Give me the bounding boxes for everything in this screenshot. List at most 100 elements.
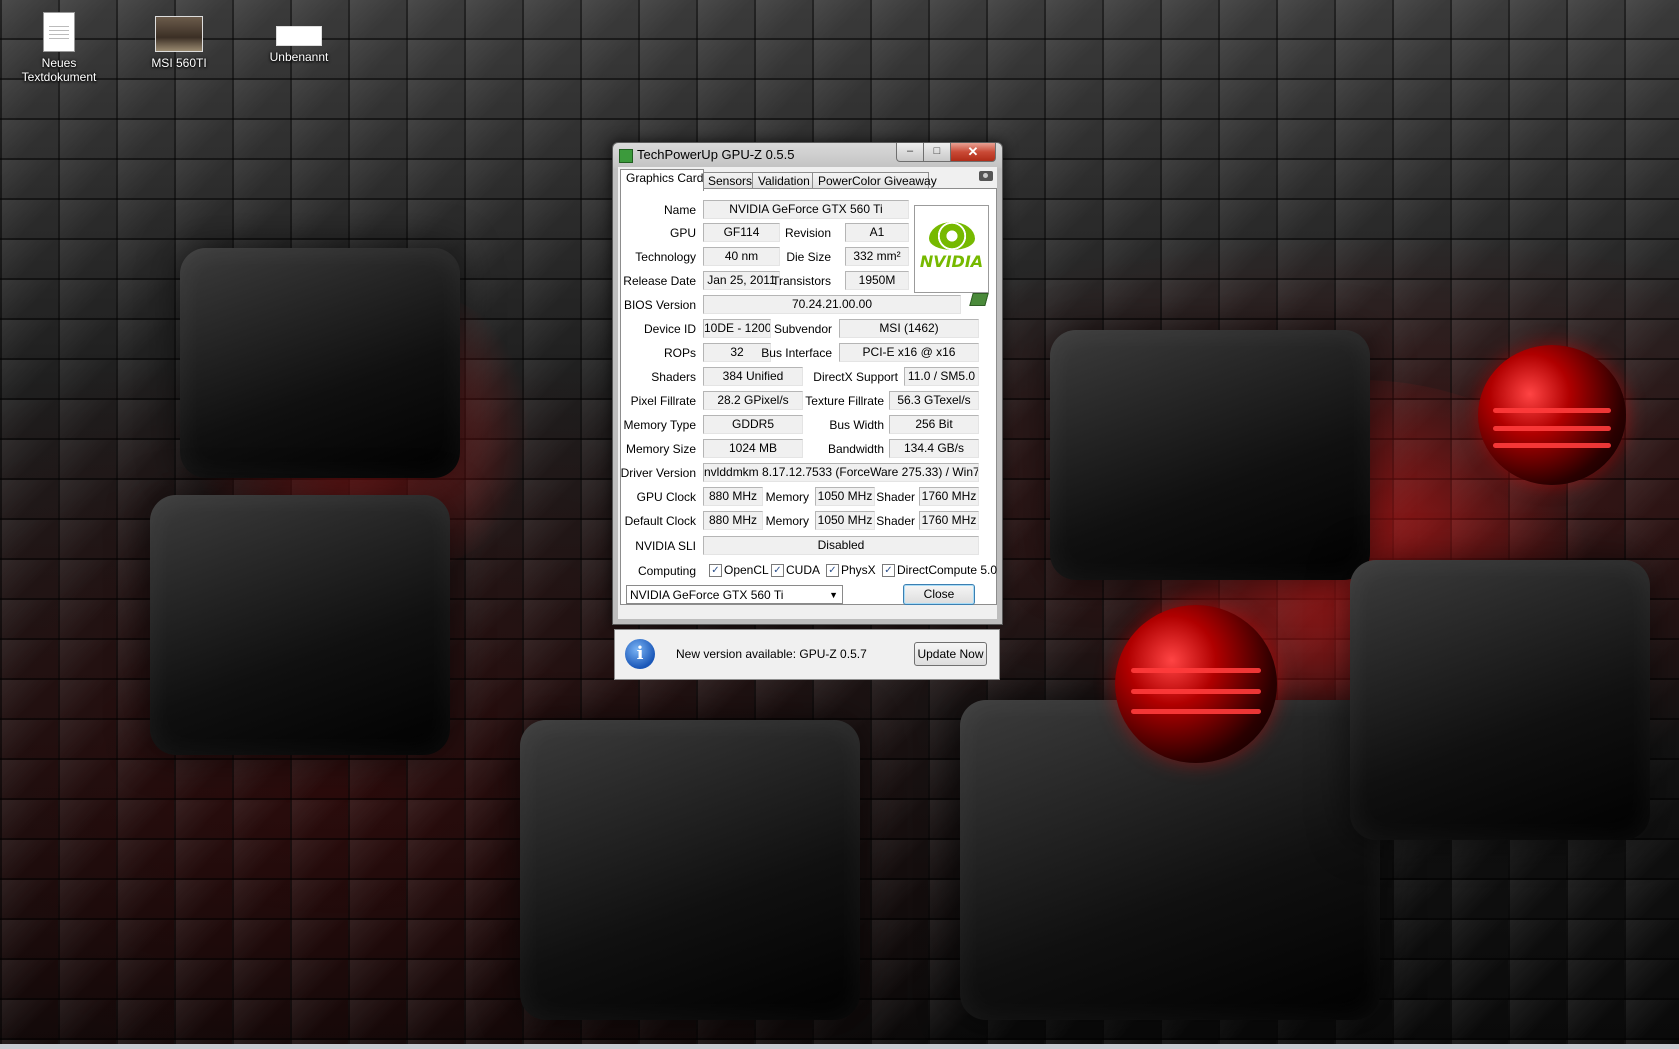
label-bandwidth: Bandwidth <box>827 442 884 456</box>
label-memory-size: Memory Size <box>625 442 696 456</box>
desktop-icon-label: Unbenannt <box>269 50 329 64</box>
value-pixel-fillrate: 28.2 GPixel/s <box>703 391 803 410</box>
desktop-icon-unbenannt[interactable]: Unbenannt <box>244 16 354 64</box>
taskbar[interactable] <box>0 1044 1679 1049</box>
desktop-icon-label: Neues Textdokument <box>21 56 97 84</box>
value-default-clock-shader: 1760 MHz <box>919 511 979 530</box>
wallpaper-cube <box>1350 560 1650 840</box>
chevron-down-icon: ▼ <box>829 590 838 600</box>
opencl-checkbox[interactable]: ✓ <box>709 564 722 577</box>
app-icon <box>619 149 633 163</box>
value-die-size: 332 mm² <box>845 247 909 266</box>
window-title: TechPowerUp GPU-Z 0.5.5 <box>637 147 795 162</box>
label-shaders: Shaders <box>651 370 696 384</box>
save-bios-icon[interactable] <box>969 293 989 306</box>
opencl-label: OpenCL <box>724 563 769 577</box>
label-driver-version: Driver Version <box>620 466 696 480</box>
update-message: New version available: GPU-Z 0.5.7 <box>676 647 867 661</box>
desktop-icon-text-document[interactable]: Neues Textdokument <box>4 12 114 84</box>
update-notification: i New version available: GPU-Z 0.5.7 Upd… <box>614 629 1000 680</box>
value-bus-width: 256 Bit <box>889 415 979 434</box>
value-device-id: 10DE - 1200 <box>703 319 771 338</box>
label-memory-type: Memory Type <box>623 418 696 432</box>
label-die-size: Die Size <box>786 250 831 264</box>
label-gpu-clock: GPU Clock <box>636 490 696 504</box>
value-memory-type: GDDR5 <box>703 415 803 434</box>
physx-checkbox[interactable]: ✓ <box>826 564 839 577</box>
label-gpu: GPU <box>669 226 696 240</box>
label-name: Name <box>663 203 696 217</box>
value-release-date: Jan 25, 2011 <box>703 271 780 290</box>
value-subvendor: MSI (1462) <box>839 319 979 338</box>
title-bar[interactable]: TechPowerUp GPU-Z 0.5.5 – □ ✕ <box>613 143 1002 167</box>
nvidia-logo-text: NVIDIA <box>919 252 984 271</box>
window-client: Graphics Card Sensors Validation PowerCo… <box>618 167 997 619</box>
text-document-icon <box>43 12 75 52</box>
value-gpu: GF114 <box>703 223 780 242</box>
label-release-date: Release Date <box>623 274 696 288</box>
value-bus-interface: PCI-E x16 @ x16 <box>839 343 979 362</box>
value-directx-support: 11.0 / SM5.0 <box>904 367 979 386</box>
directcompute-checkbox[interactable]: ✓ <box>882 564 895 577</box>
wallpaper-cube <box>180 248 460 478</box>
desktop-icon-msi-560ti[interactable]: MSI 560TI <box>124 16 234 70</box>
image-file-icon <box>276 26 322 46</box>
wallpaper-cube <box>150 495 450 755</box>
tab-graphics-card[interactable]: Graphics Card <box>620 169 704 191</box>
label-technology: Technology <box>635 250 696 264</box>
label-device-id: Device ID <box>643 322 696 336</box>
label-bus-width: Bus Width <box>829 418 884 432</box>
update-now-button[interactable]: Update Now <box>914 642 987 666</box>
label-gpu-clock-shader: Shader <box>876 490 915 504</box>
label-rops: ROPs <box>663 346 696 360</box>
value-name: NVIDIA GeForce GTX 560 Ti <box>703 200 909 219</box>
photo-icon <box>155 16 203 52</box>
directcompute-label: DirectCompute 5.0 <box>897 563 998 577</box>
desktop-icon-label: MSI 560TI <box>151 56 207 70</box>
value-gpu-clock: 880 MHz <box>703 487 763 506</box>
gpuz-window: TechPowerUp GPU-Z 0.5.5 – □ ✕ Graphics C… <box>612 142 1003 625</box>
nvidia-logo: NVIDIA <box>914 205 989 293</box>
label-revision: Revision <box>784 226 831 240</box>
close-window-button[interactable]: ✕ <box>950 143 996 162</box>
label-bus-interface: Bus Interface <box>761 346 832 360</box>
info-icon: i <box>625 639 655 669</box>
label-transistors: Transistors <box>772 274 831 288</box>
label-pixel-fillrate: Pixel Fillrate <box>630 394 696 408</box>
label-directx-support: DirectX Support <box>813 370 898 384</box>
camera-icon[interactable] <box>979 171 993 181</box>
nvidia-eye-icon <box>928 222 975 250</box>
value-gpu-clock-memory: 1050 MHz <box>815 487 875 506</box>
label-nvidia-sli: NVIDIA SLI <box>635 539 696 553</box>
label-gpu-clock-memory: Memory <box>765 490 809 504</box>
wallpaper-cube <box>520 720 860 1020</box>
label-computing: Computing <box>637 564 696 578</box>
label-subvendor: Subvendor <box>773 322 832 336</box>
close-button[interactable]: Close <box>903 584 975 605</box>
wallpaper-sphere <box>1115 605 1277 763</box>
value-revision: A1 <box>845 223 909 242</box>
value-default-clock: 880 MHz <box>703 511 763 530</box>
cuda-checkbox[interactable]: ✓ <box>771 564 784 577</box>
wallpaper-cube <box>1050 330 1370 580</box>
value-default-clock-memory: 1050 MHz <box>815 511 875 530</box>
value-driver-version: nvlddmkm 8.17.12.7533 (ForceWare 275.33)… <box>703 463 979 482</box>
label-bios-version: BIOS Version <box>623 298 696 312</box>
value-shaders: 384 Unified <box>703 367 803 386</box>
physx-label: PhysX <box>841 563 876 577</box>
value-bios-version: 70.24.21.00.00 <box>703 295 961 314</box>
label-texture-fillrate: Texture Fillrate <box>805 394 884 408</box>
minimize-button[interactable]: – <box>896 143 924 162</box>
wallpaper-sphere <box>1478 345 1626 485</box>
card-select-dropdown[interactable]: NVIDIA GeForce GTX 560 Ti ▼ <box>626 585 843 604</box>
cuda-label: CUDA <box>786 563 821 577</box>
value-technology: 40 nm <box>703 247 780 266</box>
card-select-value: NVIDIA GeForce GTX 560 Ti <box>630 588 784 602</box>
value-memory-size: 1024 MB <box>703 439 803 458</box>
maximize-button[interactable]: □ <box>923 143 951 162</box>
label-default-clock-memory: Memory <box>765 514 809 528</box>
label-default-clock: Default Clock <box>624 514 696 528</box>
value-nvidia-sli: Disabled <box>703 536 979 555</box>
value-transistors: 1950M <box>845 271 909 290</box>
value-bandwidth: 134.4 GB/s <box>889 439 979 458</box>
